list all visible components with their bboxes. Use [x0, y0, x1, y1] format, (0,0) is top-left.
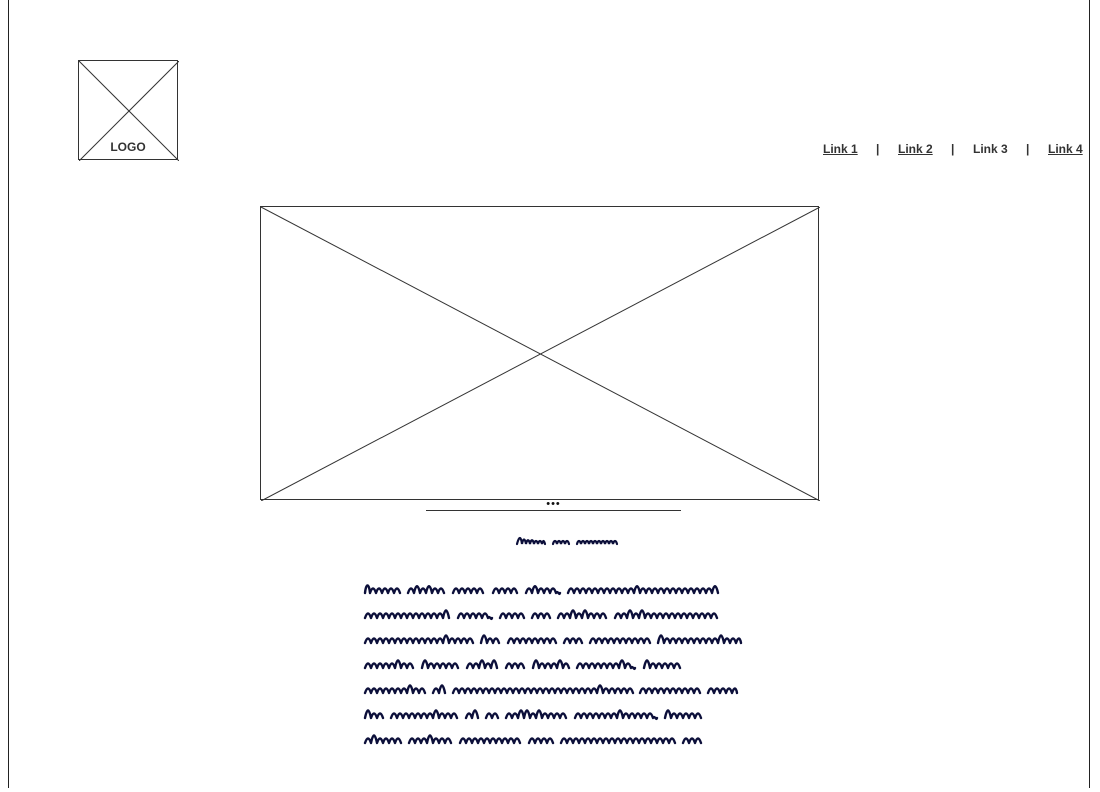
- nav-separator: |: [951, 142, 955, 156]
- content-paragraph-scribble: [363, 584, 743, 745]
- carousel-pager[interactable]: •••: [426, 497, 681, 511]
- nav-link-1[interactable]: Link 1: [823, 142, 858, 156]
- content-title-scribble: [515, 536, 619, 546]
- hero-placeholder-cross-icon: [261, 207, 820, 501]
- nav-separator: |: [1026, 142, 1030, 156]
- page-left-border: [8, 0, 9, 788]
- logo-label: LOGO: [108, 140, 148, 154]
- logo-placeholder[interactable]: LOGO: [78, 60, 179, 161]
- top-nav: Link 1 | Link 2 | Link 3 | Link 4: [818, 142, 1088, 158]
- page-right-border: [1089, 0, 1090, 788]
- nav-link-4[interactable]: Link 4: [1048, 142, 1083, 156]
- nav-link-2[interactable]: Link 2: [898, 142, 933, 156]
- logo-label-wrap: LOGO: [79, 140, 177, 154]
- hero-image-placeholder[interactable]: [260, 206, 820, 501]
- nav-link-3[interactable]: Link 3: [973, 142, 1008, 156]
- nav-separator: |: [876, 142, 880, 156]
- carousel-dots-icon[interactable]: •••: [426, 497, 681, 511]
